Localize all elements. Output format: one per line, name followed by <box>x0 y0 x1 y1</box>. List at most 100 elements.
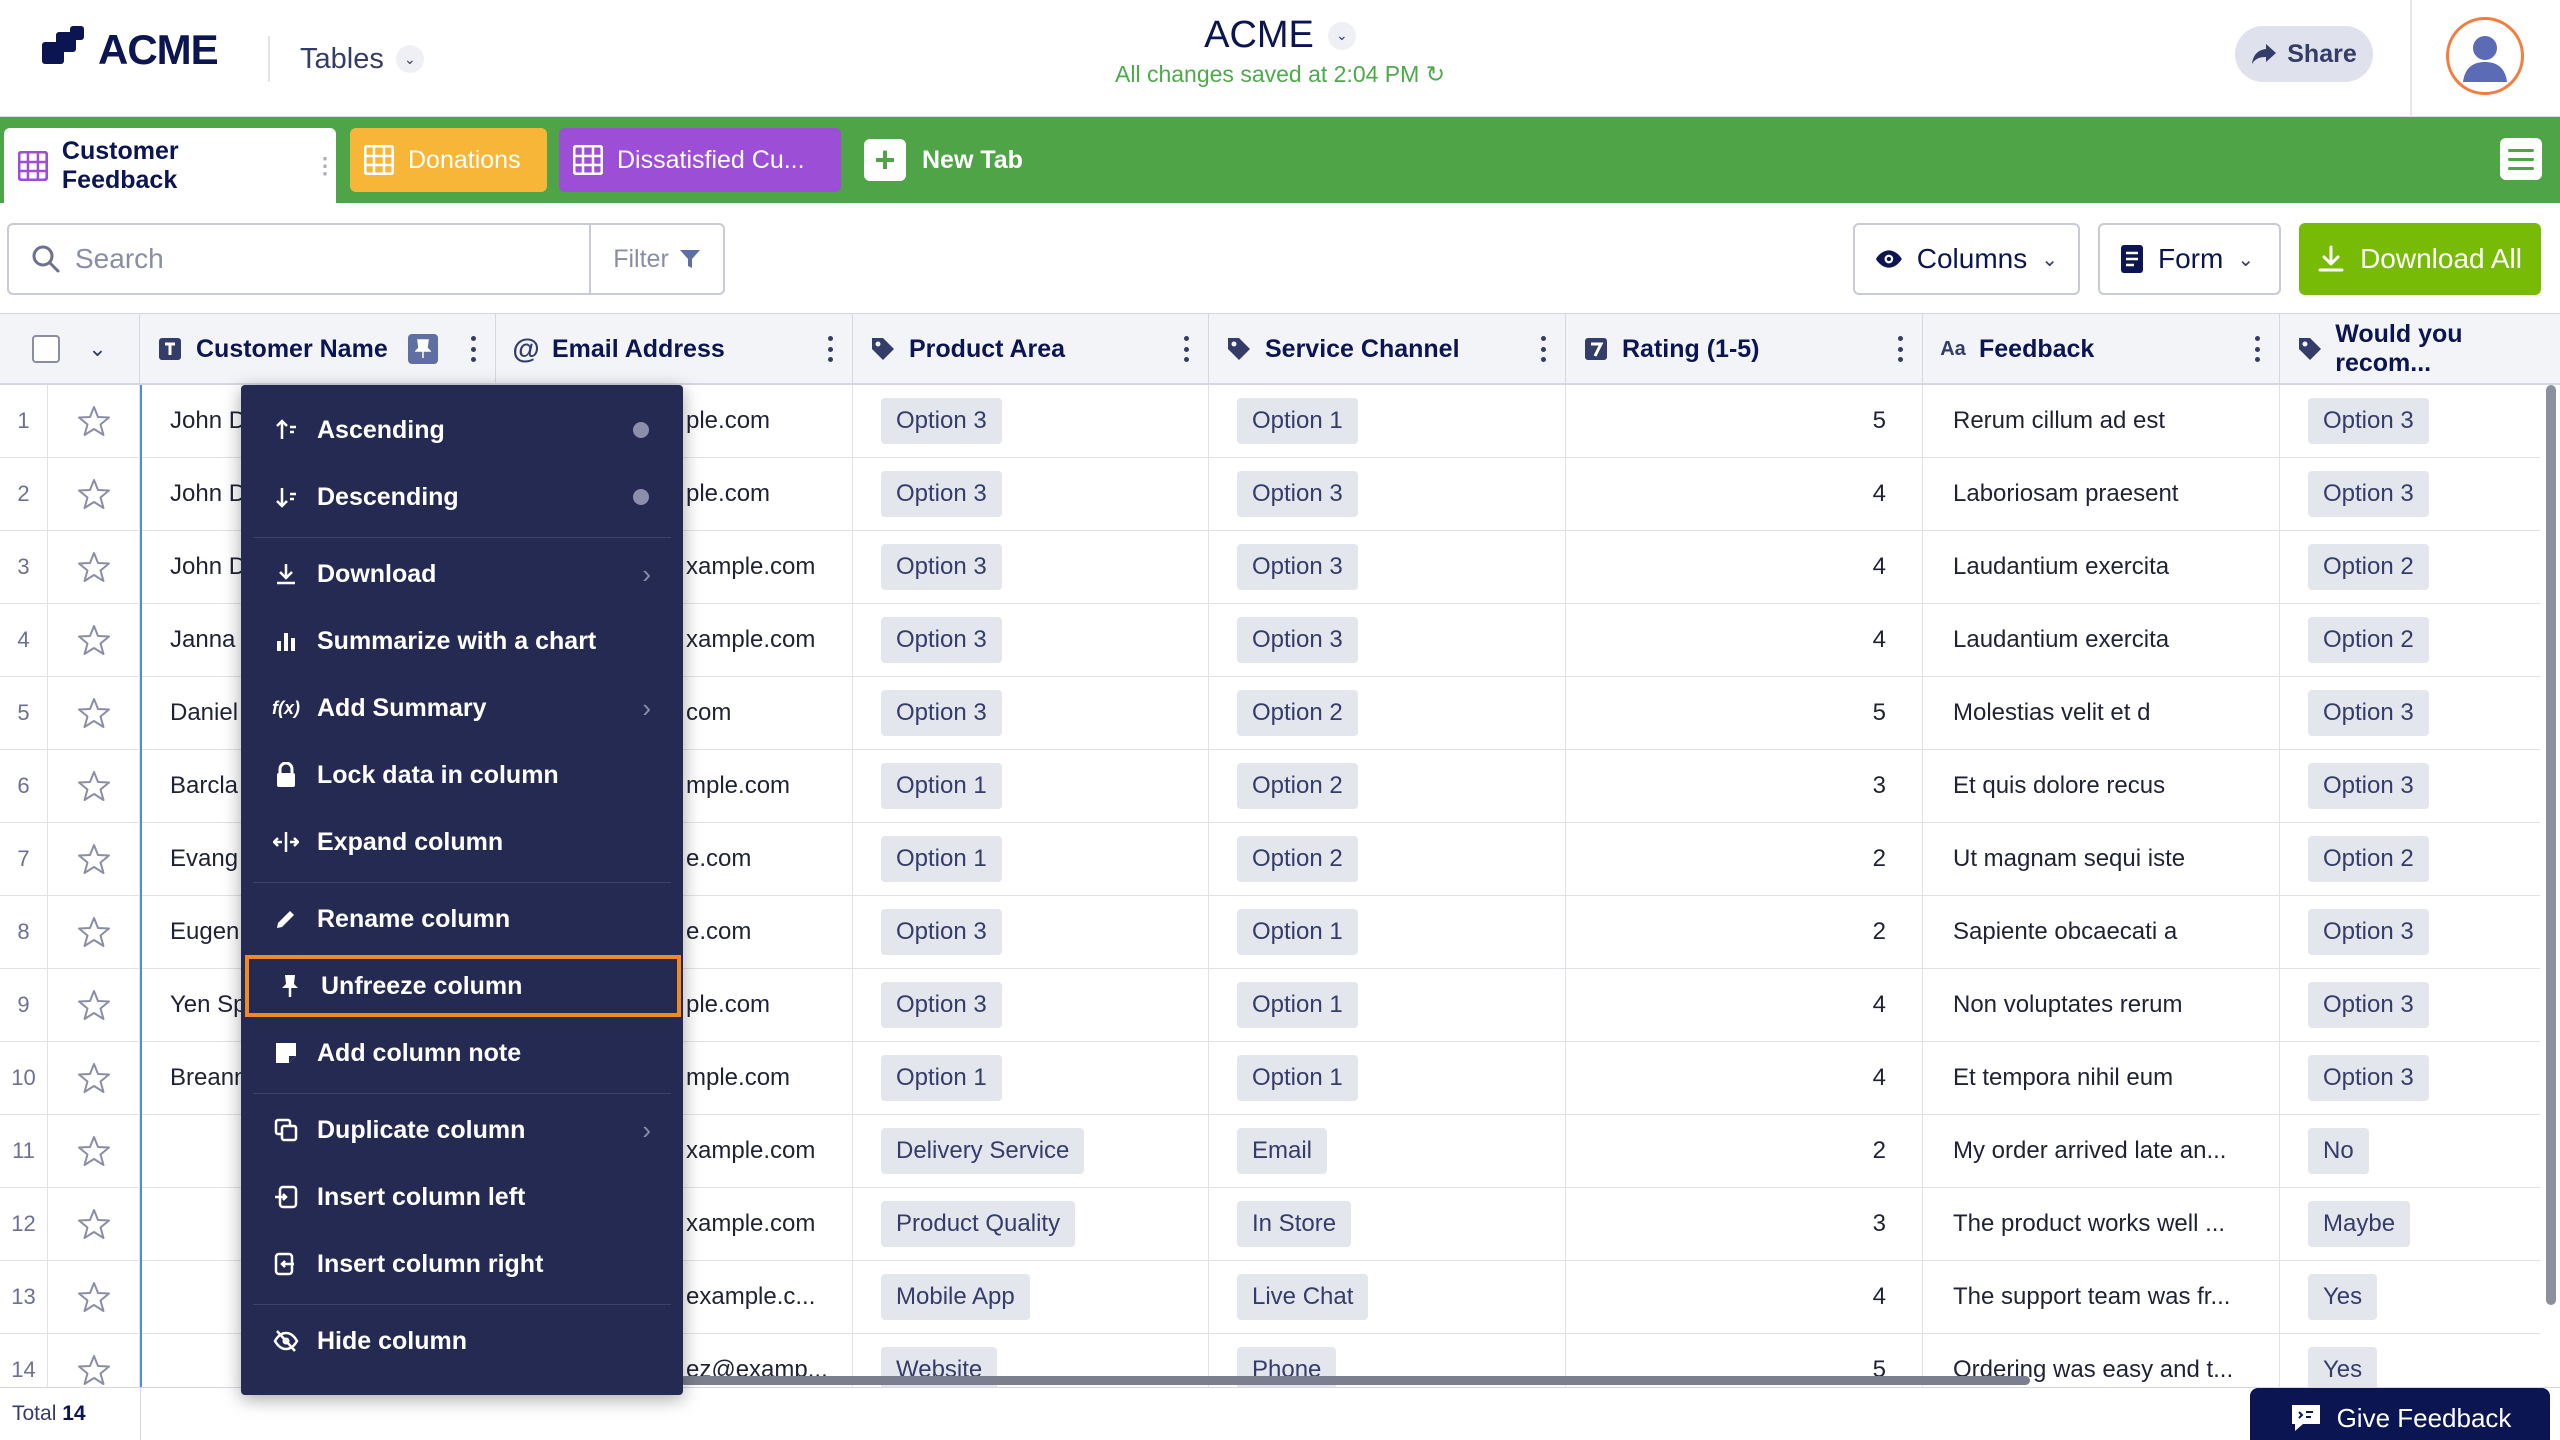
cell-feedback[interactable]: Rerum cillum ad est <box>1923 385 2280 457</box>
cell-product-area[interactable]: Option 3 <box>853 531 1209 603</box>
cell-service-channel[interactable]: Option 3 <box>1209 531 1566 603</box>
tab-donations[interactable]: Donations <box>350 128 547 192</box>
cell-service-channel[interactable]: Option 3 <box>1209 458 1566 530</box>
menu-item-add-column-note[interactable]: Add column note <box>241 1022 683 1084</box>
cell-service-channel[interactable]: Email <box>1209 1115 1566 1187</box>
cell-rating[interactable]: 4 <box>1566 1261 1923 1333</box>
cell-service-channel[interactable]: Option 1 <box>1209 969 1566 1041</box>
cell-product-area[interactable]: Product Quality <box>853 1188 1209 1260</box>
cell-service-channel[interactable]: Option 1 <box>1209 896 1566 968</box>
hamburger-menu-button[interactable] <box>2500 138 2542 180</box>
cell-product-area[interactable]: Option 3 <box>853 677 1209 749</box>
cell-product-area[interactable]: Option 1 <box>853 750 1209 822</box>
cell-product-area[interactable]: Option 3 <box>853 385 1209 457</box>
cell-rating[interactable]: 3 <box>1566 1188 1923 1260</box>
cell-feedback[interactable]: Molestias velit et d <box>1923 677 2280 749</box>
share-button[interactable]: Share <box>2235 26 2373 82</box>
cell-would-you-recommend[interactable]: Option 3 <box>2280 750 2540 822</box>
cell-would-you-recommend[interactable]: Option 3 <box>2280 969 2540 1041</box>
column-header-rating[interactable]: Rating (1-5) <box>1566 314 1923 384</box>
star-icon[interactable] <box>48 823 140 895</box>
select-all-checkbox[interactable] <box>32 335 61 363</box>
star-icon[interactable] <box>48 677 140 749</box>
column-menu-icon[interactable] <box>1541 336 1547 362</box>
cell-service-channel[interactable]: Option 1 <box>1209 385 1566 457</box>
cell-rating[interactable]: 5 <box>1566 385 1923 457</box>
cell-would-you-recommend[interactable]: Option 2 <box>2280 604 2540 676</box>
tab-options-icon[interactable]: ⋮ <box>314 154 336 176</box>
cell-would-you-recommend[interactable]: Yes <box>2280 1334 2540 1387</box>
column-header-email-address[interactable]: @ Email Address <box>496 314 853 384</box>
star-icon[interactable] <box>48 385 140 457</box>
column-menu-icon[interactable] <box>1898 336 1904 362</box>
cell-service-channel[interactable]: Option 2 <box>1209 823 1566 895</box>
cell-service-channel[interactable]: Option 1 <box>1209 1042 1566 1114</box>
menu-item-unfreeze-column[interactable]: Unfreeze column <box>245 955 681 1017</box>
cell-rating[interactable]: 4 <box>1566 531 1923 603</box>
cell-rating[interactable]: 2 <box>1566 823 1923 895</box>
cell-service-channel[interactable]: Option 3 <box>1209 604 1566 676</box>
menu-item-hide-column[interactable]: Hide column <box>241 1310 683 1372</box>
form-button[interactable]: Form ⌄ <box>2098 223 2281 295</box>
vertical-scrollbar[interactable] <box>2546 385 2556 1305</box>
filter-button[interactable]: Filter <box>589 225 723 293</box>
menu-item-add-summary[interactable]: f(x) Add Summary › <box>241 677 683 739</box>
cell-rating[interactable]: 3 <box>1566 750 1923 822</box>
star-icon[interactable] <box>48 1115 140 1187</box>
new-tab-button[interactable]: + New Tab <box>864 137 1023 183</box>
star-icon[interactable] <box>48 1261 140 1333</box>
tab-dissatisfied-customers[interactable]: Dissatisfied Cu... <box>559 128 841 192</box>
cell-feedback[interactable]: Non voluptates rerum <box>1923 969 2280 1041</box>
menu-item-insert-column-right[interactable]: Insert column right <box>241 1233 683 1295</box>
cell-product-area[interactable]: Option 1 <box>853 823 1209 895</box>
cell-feedback[interactable]: Laudantium exercita <box>1923 604 2280 676</box>
star-icon[interactable] <box>48 1188 140 1260</box>
cell-would-you-recommend[interactable]: Maybe <box>2280 1188 2540 1260</box>
cell-would-you-recommend[interactable]: No <box>2280 1115 2540 1187</box>
cell-product-area[interactable]: Option 3 <box>853 458 1209 530</box>
cell-feedback[interactable]: Laboriosam praesent <box>1923 458 2280 530</box>
cell-would-you-recommend[interactable]: Option 3 <box>2280 458 2540 530</box>
cell-product-area[interactable]: Delivery Service <box>853 1115 1209 1187</box>
cell-feedback[interactable]: Et tempora nihil eum <box>1923 1042 2280 1114</box>
column-menu-icon[interactable] <box>2255 336 2261 362</box>
cell-rating[interactable]: 4 <box>1566 1042 1923 1114</box>
menu-item-expand-column[interactable]: Expand column <box>241 811 683 873</box>
star-icon[interactable] <box>48 1334 140 1387</box>
cell-feedback[interactable]: Et quis dolore recus <box>1923 750 2280 822</box>
cell-would-you-recommend[interactable]: Option 3 <box>2280 896 2540 968</box>
star-icon[interactable] <box>48 750 140 822</box>
tab-customer-feedback[interactable]: Customer Feedback ⋮ <box>4 128 336 203</box>
search-input[interactable] <box>75 243 635 275</box>
cell-product-area[interactable]: Option 3 <box>853 896 1209 968</box>
star-icon[interactable] <box>48 969 140 1041</box>
cell-rating[interactable]: 4 <box>1566 969 1923 1041</box>
column-menu-icon[interactable] <box>828 336 834 362</box>
cell-rating[interactable]: 4 <box>1566 458 1923 530</box>
star-icon[interactable] <box>48 604 140 676</box>
cell-would-you-recommend[interactable]: Option 3 <box>2280 385 2540 457</box>
column-header-product-area[interactable]: Product Area <box>853 314 1209 384</box>
cell-rating[interactable]: 5 <box>1566 677 1923 749</box>
menu-item-ascending[interactable]: Ascending <box>241 399 683 461</box>
column-menu-icon[interactable] <box>1184 336 1190 362</box>
cell-feedback[interactable]: Sapiente obcaecati a <box>1923 896 2280 968</box>
cell-feedback[interactable]: Laudantium exercita <box>1923 531 2280 603</box>
column-header-customer-name[interactable]: Customer Name <box>140 314 496 384</box>
star-icon[interactable] <box>48 896 140 968</box>
menu-item-download[interactable]: Download › <box>241 543 683 605</box>
download-all-button[interactable]: Download All <box>2299 223 2541 295</box>
menu-item-lock-data-in-column[interactable]: Lock data in column <box>241 744 683 806</box>
cell-rating[interactable]: 2 <box>1566 1115 1923 1187</box>
column-header-feedback[interactable]: Aa Feedback <box>1923 314 2280 384</box>
menu-item-rename-column[interactable]: Rename column <box>241 888 683 950</box>
pin-icon[interactable] <box>407 334 438 364</box>
menu-item-descending[interactable]: Descending <box>241 466 683 528</box>
cell-service-channel[interactable]: Option 2 <box>1209 750 1566 822</box>
cell-would-you-recommend[interactable]: Option 2 <box>2280 531 2540 603</box>
horizontal-scrollbar[interactable] <box>680 1376 2030 1385</box>
column-header-service-channel[interactable]: Service Channel <box>1209 314 1566 384</box>
menu-item-insert-column-left[interactable]: Insert column left <box>241 1166 683 1228</box>
tables-dropdown[interactable]: Tables ⌄ <box>300 36 424 82</box>
cell-feedback[interactable]: The support team was fr... <box>1923 1261 2280 1333</box>
